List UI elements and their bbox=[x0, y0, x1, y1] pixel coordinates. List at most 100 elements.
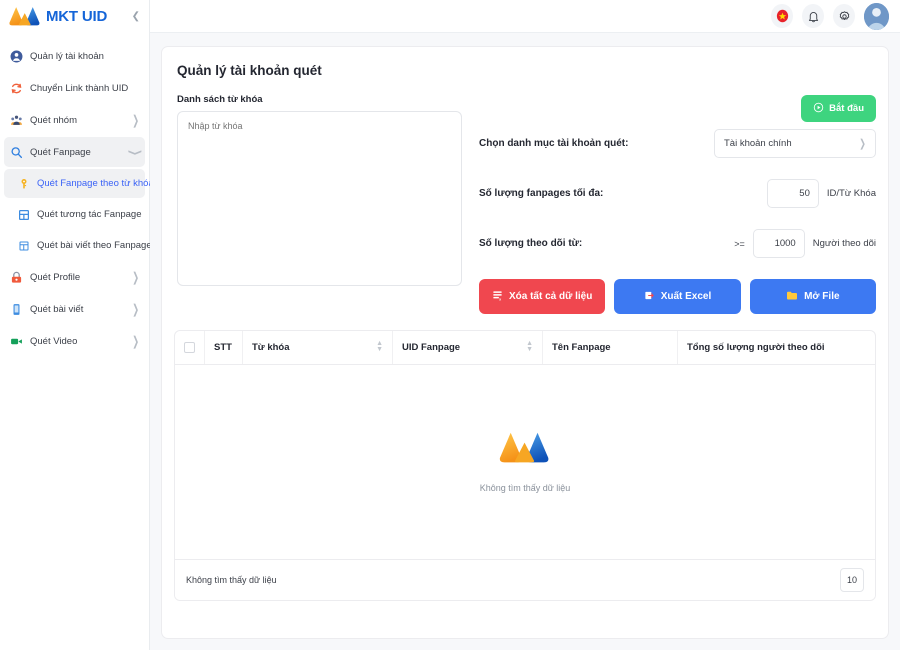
export-excel-label: Xuất Excel bbox=[660, 291, 712, 302]
chevron-down-icon: ❯ bbox=[859, 137, 866, 150]
sub-item-label: Quét bài viết theo Fanpage bbox=[37, 240, 152, 251]
chevron-right-icon: ❯ bbox=[132, 301, 139, 317]
sort-icon[interactable]: ▲ ▼ bbox=[362, 340, 383, 354]
sidebar-item-quet-bai-viet-theo-fanpage[interactable]: Quét bài viết theo Fanpage bbox=[4, 231, 152, 260]
delete-all-data-button[interactable]: x Xóa tất cả dữ liệu bbox=[479, 279, 606, 314]
settings-column: Bắt đầu Chọn danh mục tài khoản quét: Tà… bbox=[462, 94, 876, 314]
max-fanpages-field-row: Số lượng fanpages tối đa: ID/Từ Khóa bbox=[479, 179, 876, 208]
vietnam-flag-icon[interactable] bbox=[771, 4, 793, 28]
category-label: Chọn danh mục tài khoản quét: bbox=[479, 138, 629, 149]
start-button[interactable]: Bắt đầu bbox=[801, 95, 876, 122]
app-root: MKT UID ❮ Quản lý tài khoản Chuyển Link … bbox=[0, 0, 900, 650]
footer-status-text: Không tìm thấy dữ liệu bbox=[186, 575, 277, 585]
column-ten-fanpage: Tên Fanpage bbox=[542, 331, 678, 365]
column-label: Tên Fanpage bbox=[552, 341, 611, 353]
category-select[interactable]: Tài khoản chính ❯ bbox=[714, 129, 876, 158]
chevron-down-icon: ❯ bbox=[128, 148, 143, 156]
column-label: Từ khóa bbox=[252, 341, 290, 353]
brand-name: MKT UID bbox=[46, 8, 108, 25]
magnifier-icon bbox=[10, 146, 23, 159]
mkt-logo-icon bbox=[8, 6, 42, 27]
sidebar-nav: Quản lý tài khoản Chuyển Link thành UID bbox=[0, 33, 154, 356]
table-footer: Không tìm thấy dữ liệu 10 bbox=[175, 559, 875, 600]
column-label: UID Fanpage bbox=[402, 341, 461, 353]
empty-state: Không tìm thấy dữ liệu bbox=[175, 364, 875, 559]
sidebar-item-quet-nhom[interactable]: Quét nhóm ❯ bbox=[4, 105, 145, 135]
page-size-selector[interactable]: 10 bbox=[840, 568, 864, 592]
followers-label: Số lượng theo dõi từ: bbox=[479, 238, 583, 249]
svg-text:x: x bbox=[499, 297, 501, 300]
sidebar-item-quet-video[interactable]: Quét Video ❯ bbox=[4, 326, 145, 356]
column-select-all bbox=[175, 331, 205, 365]
sidebar-item-quan-ly-tai-khoan[interactable]: Quản lý tài khoản bbox=[4, 41, 145, 71]
bell-icon[interactable] bbox=[802, 4, 824, 28]
max-fanpages-input[interactable] bbox=[766, 179, 819, 208]
chevron-left-icon[interactable]: ❮ bbox=[132, 11, 140, 22]
content-card: Quản lý tài khoản quét Danh sách từ khóa bbox=[161, 46, 889, 639]
video-camera-icon bbox=[10, 335, 23, 348]
table-header-row: STT Từ khóa ▲ ▼ UID Fanpage ▲ ▼ Tên Fanp… bbox=[175, 331, 875, 365]
followers-operator: >= bbox=[734, 238, 745, 249]
gear-icon[interactable] bbox=[833, 4, 855, 28]
chevron-right-icon: ❯ bbox=[132, 333, 139, 349]
top-bar bbox=[150, 0, 900, 33]
sidebar-item-chuyen-link-thanh-uid[interactable]: Chuyển Link thành UID bbox=[4, 73, 145, 103]
select-all-checkbox[interactable] bbox=[184, 341, 195, 353]
sidebar-item-quet-profile[interactable]: Quét Profile ❯ bbox=[4, 262, 145, 292]
sidebar-item-label: Quét Fanpage bbox=[30, 146, 91, 158]
results-table: STT Từ khóa ▲ ▼ UID Fanpage ▲ ▼ Tên Fanp… bbox=[174, 330, 876, 601]
sidebar-item-label: Quản lý tài khoản bbox=[30, 50, 104, 62]
sidebar-item-quet-fanpage[interactable]: Quét Fanpage ❯ bbox=[4, 137, 145, 167]
delete-all-data-label: Xóa tất cả dữ liệu bbox=[508, 291, 593, 302]
category-value: Tài khoản chính bbox=[724, 138, 792, 149]
brand: MKT UID ❮ bbox=[0, 0, 149, 33]
chevron-right-icon: ❯ bbox=[132, 112, 139, 128]
interaction-icon bbox=[18, 209, 30, 221]
user-avatar-icon[interactable] bbox=[864, 2, 889, 30]
column-tu-khoa[interactable]: Từ khóa ▲ ▼ bbox=[242, 331, 393, 365]
sub-item-label: Quét Fanpage theo từ khóa bbox=[37, 178, 154, 189]
mkt-logo-icon bbox=[498, 431, 552, 470]
keyword-input[interactable] bbox=[177, 111, 462, 286]
open-file-button[interactable]: Mở File bbox=[749, 279, 876, 314]
sidebar-item-label: Chuyển Link thành UID bbox=[30, 82, 129, 94]
folder-icon bbox=[786, 290, 798, 304]
column-label: STT bbox=[214, 341, 232, 353]
sidebar-item-quet-tuong-tac-fanpage[interactable]: Quét tương tác Fanpage bbox=[4, 200, 145, 229]
sub-item-label: Quét tương tác Fanpage bbox=[37, 209, 142, 220]
sort-icon[interactable]: ▲ ▼ bbox=[512, 340, 533, 354]
export-excel-button[interactable]: Xuất Excel bbox=[614, 279, 741, 314]
sidebar: MKT UID ❮ Quản lý tài khoản Chuyển Link … bbox=[0, 0, 154, 650]
user-circle-icon bbox=[10, 50, 23, 63]
category-field-row: Chọn danh mục tài khoản quét: Tài khoản … bbox=[479, 129, 876, 158]
main-area: Quản lý tài khoản quét Danh sách từ khóa bbox=[150, 0, 900, 650]
column-tong-so-luong-nguoi-theo-doi: Tổng số lượng người theo dõi bbox=[677, 331, 875, 365]
max-fanpages-label: Số lượng fanpages tối đa: bbox=[479, 188, 604, 199]
page-title: Quản lý tài khoản quét bbox=[177, 63, 322, 78]
start-row: Bắt đầu bbox=[479, 95, 876, 123]
followers-unit: Người theo dõi bbox=[812, 238, 876, 249]
chevron-right-icon: ❯ bbox=[132, 269, 139, 285]
followers-field-row: Số lượng theo dõi từ: >= Người theo dõi bbox=[479, 229, 876, 258]
sidebar-item-quet-fanpage-theo-tu-khoa[interactable]: Quét Fanpage theo từ khóa bbox=[4, 169, 154, 198]
sidebar-item-label: Quét bài viết bbox=[30, 303, 84, 315]
start-button-label: Bắt đầu bbox=[829, 103, 864, 114]
export-icon bbox=[644, 290, 655, 304]
play-circle-icon bbox=[813, 102, 824, 116]
group-icon bbox=[10, 114, 23, 127]
keyword-list-label: Danh sách từ khóa bbox=[177, 94, 263, 105]
document-icon bbox=[10, 303, 23, 316]
key-icon bbox=[18, 178, 30, 190]
sidebar-item-label: Quét Video bbox=[30, 335, 78, 347]
column-label: Tổng số lượng người theo dõi bbox=[687, 341, 825, 353]
followers-input[interactable] bbox=[752, 229, 805, 258]
column-uid-fanpage[interactable]: UID Fanpage ▲ ▼ bbox=[392, 331, 543, 365]
sidebar-item-label: Quét Profile bbox=[30, 271, 81, 283]
column-stt: STT bbox=[204, 331, 243, 365]
refresh-icon bbox=[10, 82, 23, 95]
article-icon bbox=[18, 240, 30, 252]
open-file-label: Mở File bbox=[804, 291, 840, 302]
sidebar-item-quet-bai-viet[interactable]: Quét bài viết ❯ bbox=[4, 294, 145, 324]
table-empty-row: Không tìm thấy dữ liệu bbox=[175, 364, 875, 559]
delete-list-icon: x bbox=[492, 290, 503, 304]
